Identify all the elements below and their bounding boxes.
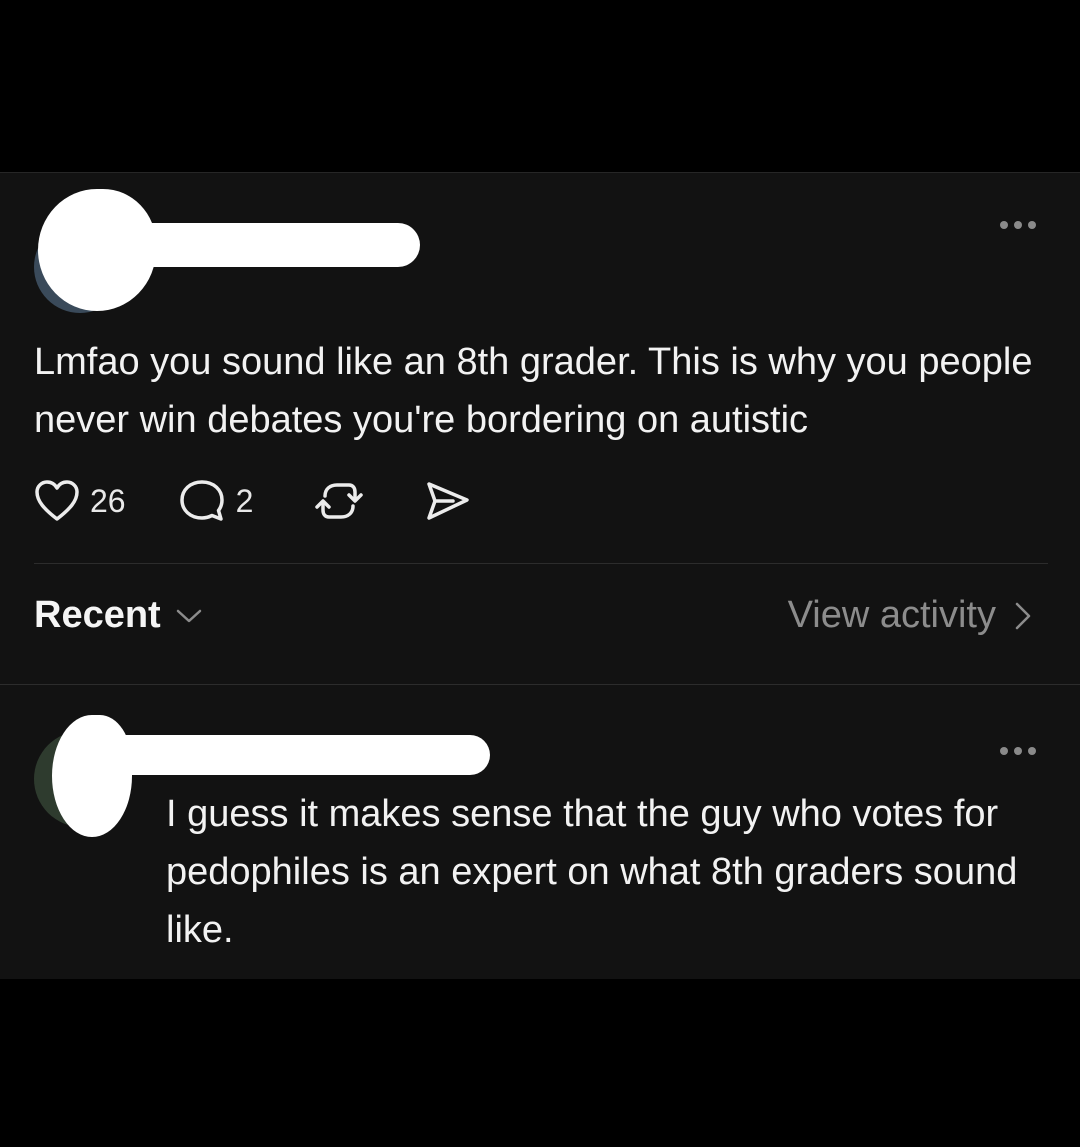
chevron-right-icon — [1015, 602, 1031, 629]
reply-post: I guess it makes sense that the guy who … — [0, 685, 1080, 979]
chevron-down-icon — [176, 609, 201, 622]
view-activity-label: View activity — [787, 594, 996, 636]
redaction-mark — [120, 223, 420, 267]
sort-dropdown[interactable]: Recent — [34, 594, 203, 637]
sort-bar: Recent View activity — [0, 564, 1080, 684]
more-horizontal-icon[interactable] — [1000, 219, 1040, 231]
view-activity-link[interactable]: View activity — [788, 594, 1032, 637]
more-horizontal-icon[interactable] — [1000, 745, 1040, 757]
post-text: Lmfao you sound like an 8th grader. This… — [34, 341, 1033, 441]
repost-button[interactable] — [315, 478, 364, 524]
reply-button[interactable]: 2 — [178, 478, 254, 524]
redaction-mark — [52, 715, 132, 837]
comment-icon — [179, 480, 224, 521]
post: Lmfao you sound like an 8th grader. This… — [0, 173, 1080, 563]
post-actions: 26 2 — [34, 475, 523, 527]
like-count: 26 — [90, 482, 126, 519]
reply-count: 2 — [235, 482, 254, 519]
repost-icon — [315, 483, 364, 519]
reply-text: I guess it makes sense that the guy who … — [166, 793, 1018, 951]
sort-label: Recent — [34, 594, 161, 636]
like-button[interactable]: 26 — [34, 479, 126, 523]
heart-icon — [35, 480, 79, 521]
redaction-mark — [100, 735, 490, 775]
thread-screen: Lmfao you sound like an 8th grader. This… — [0, 172, 1080, 979]
share-button[interactable] — [423, 478, 471, 524]
send-icon — [427, 482, 470, 520]
